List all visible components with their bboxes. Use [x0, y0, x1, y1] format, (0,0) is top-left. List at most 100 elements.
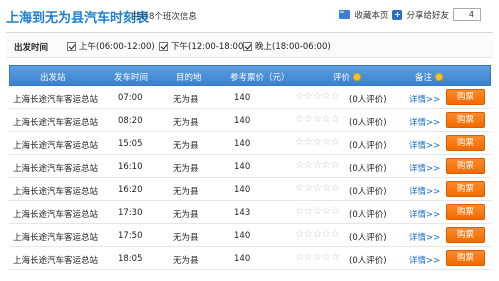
rating-stars[interactable]: ☆ ☆ ☆ ☆ ☆: [295, 161, 340, 171]
star-icon[interactable]: ☆: [313, 253, 322, 263]
review-count: (0人评价): [349, 141, 387, 151]
review-count: (0人评价): [349, 256, 387, 266]
rating-stars[interactable]: ☆ ☆ ☆ ☆ ☆: [295, 92, 340, 102]
rating-stars[interactable]: ☆ ☆ ☆ ☆ ☆: [295, 207, 340, 217]
folder-icon[interactable]: [339, 10, 351, 19]
star-icon[interactable]: ☆: [313, 207, 322, 217]
star-icon[interactable]: ☆: [322, 253, 331, 263]
star-icon[interactable]: ☆: [322, 138, 331, 148]
rating-stars[interactable]: ☆ ☆ ☆ ☆ ☆: [295, 115, 340, 125]
star-icon[interactable]: ☆: [331, 138, 340, 148]
details-link[interactable]: 详情>>: [409, 93, 440, 105]
filter-option-morning[interactable]: 上午(06:00-12:00): [67, 40, 155, 52]
table-body: 上海长途汽车客运总站 07:00 无为县 140 ☆ ☆ ☆ ☆ ☆ (0人评价) 详情>> 购票 上海…: [9, 86, 491, 270]
time-cell: 15:05: [118, 139, 143, 149]
star-icon[interactable]: ☆: [322, 115, 331, 125]
star-icon[interactable]: ☆: [331, 184, 340, 194]
share-icon[interactable]: +: [392, 9, 403, 20]
rating-stars[interactable]: ☆ ☆ ☆ ☆ ☆: [295, 138, 340, 148]
station-cell: 上海长途汽车客运总站: [13, 118, 99, 128]
time-cell: 16:20: [118, 185, 143, 195]
star-icon[interactable]: ☆: [331, 115, 340, 125]
time-cell: 18:05: [118, 254, 143, 264]
details-link[interactable]: 详情>>: [409, 185, 440, 197]
star-icon[interactable]: ☆: [295, 184, 304, 194]
star-icon[interactable]: ☆: [331, 230, 340, 240]
buy-ticket-button[interactable]: 购票: [446, 250, 485, 266]
destination-cell: 无为县: [173, 210, 199, 220]
buy-ticket-button[interactable]: 购票: [446, 181, 485, 197]
star-icon[interactable]: ☆: [304, 253, 313, 263]
star-icon[interactable]: ☆: [313, 184, 322, 194]
evening-checkbox[interactable]: [243, 41, 252, 51]
details-link[interactable]: 详情>>: [409, 208, 440, 220]
star-icon[interactable]: ☆: [313, 92, 322, 102]
star-icon[interactable]: ☆: [313, 161, 322, 171]
station-cell: 上海长途汽车客运总站: [13, 256, 99, 266]
page-title: 上海到无为县汽车时刻表: [6, 11, 150, 26]
star-icon[interactable]: ☆: [304, 92, 313, 102]
star-icon[interactable]: ☆: [295, 92, 304, 102]
star-icon[interactable]: ☆: [295, 161, 304, 171]
share-link[interactable]: 分享给好友: [406, 9, 449, 21]
buy-ticket-button[interactable]: 购票: [446, 135, 485, 151]
buy-ticket-button[interactable]: 购票: [446, 158, 485, 174]
details-link[interactable]: 详情>>: [409, 139, 440, 151]
star-icon[interactable]: ☆: [322, 207, 331, 217]
rating-stars[interactable]: ☆ ☆ ☆ ☆ ☆: [295, 253, 340, 263]
afternoon-checkbox[interactable]: [159, 41, 168, 51]
star-icon[interactable]: ☆: [331, 207, 340, 217]
star-icon[interactable]: ☆: [313, 230, 322, 240]
filter-option-afternoon[interactable]: 下午(12:00-18:00): [159, 40, 247, 52]
star-icon[interactable]: ☆: [295, 253, 304, 263]
star-icon[interactable]: ☆: [322, 184, 331, 194]
price-cell: 140: [234, 162, 251, 172]
rating-header-label: 评价: [333, 73, 351, 83]
star-icon[interactable]: ☆: [313, 115, 322, 125]
star-icon[interactable]: ☆: [295, 115, 304, 125]
star-icon[interactable]: ☆: [331, 92, 340, 102]
time-cell: 17:50: [118, 231, 143, 241]
details-link[interactable]: 详情>>: [409, 162, 440, 174]
star-icon[interactable]: ☆: [313, 138, 322, 148]
filter-option-evening[interactable]: 晚上(18:00-06:00): [243, 40, 331, 52]
buy-ticket-button[interactable]: 购票: [446, 204, 485, 220]
star-icon[interactable]: ☆: [322, 161, 331, 171]
morning-checkbox[interactable]: [67, 41, 76, 51]
review-count: (0人评价): [349, 164, 387, 174]
buy-ticket-button[interactable]: 购票: [446, 227, 485, 243]
details-link[interactable]: 详情>>: [409, 254, 440, 266]
table-row: 上海长途汽车客运总站 07:00 无为县 140 ☆ ☆ ☆ ☆ ☆ (0人评价) 详情>> 购票: [9, 86, 491, 109]
coin-icon: [353, 73, 362, 81]
rating-stars[interactable]: ☆ ☆ ☆ ☆ ☆: [295, 230, 340, 240]
buy-ticket-button[interactable]: 购票: [446, 89, 485, 105]
favorite-link[interactable]: 收藏本页: [354, 9, 388, 21]
destination-cell: 无为县: [173, 187, 199, 197]
table-row: 上海长途汽车客运总站 15:05 无为县 140 ☆ ☆ ☆ ☆ ☆ (0人评价) 详情>> 购票: [9, 132, 491, 155]
station-cell: 上海长途汽车客运总站: [13, 210, 99, 220]
star-icon[interactable]: ☆: [331, 253, 340, 263]
star-icon[interactable]: ☆: [304, 161, 313, 171]
star-icon[interactable]: ☆: [295, 207, 304, 217]
star-icon[interactable]: ☆: [304, 138, 313, 148]
star-icon[interactable]: ☆: [304, 184, 313, 194]
buy-ticket-button[interactable]: 购票: [446, 112, 485, 128]
star-icon[interactable]: ☆: [295, 138, 304, 148]
time-cell: 16:10: [118, 162, 143, 172]
time-cell: 17:30: [118, 208, 143, 218]
star-icon[interactable]: ☆: [322, 92, 331, 102]
star-icon[interactable]: ☆: [331, 161, 340, 171]
star-icon[interactable]: ☆: [295, 230, 304, 240]
column-header-time: 发车时间: [114, 73, 149, 83]
rating-stars[interactable]: ☆ ☆ ☆ ☆ ☆: [295, 184, 340, 194]
afternoon-label: 下午(12:00-18:00): [171, 42, 247, 52]
time-cell: 07:00: [118, 93, 143, 103]
details-link[interactable]: 详情>>: [409, 231, 440, 243]
review-count: (0人评价): [349, 187, 387, 197]
star-icon[interactable]: ☆: [322, 230, 331, 240]
page-header: 上海到无为县汽车时刻表 共计8个班次信息 收藏本页 + 分享给好友 4: [0, 0, 499, 32]
star-icon[interactable]: ☆: [304, 115, 313, 125]
details-link[interactable]: 详情>>: [409, 116, 440, 128]
star-icon[interactable]: ☆: [304, 230, 313, 240]
star-icon[interactable]: ☆: [304, 207, 313, 217]
